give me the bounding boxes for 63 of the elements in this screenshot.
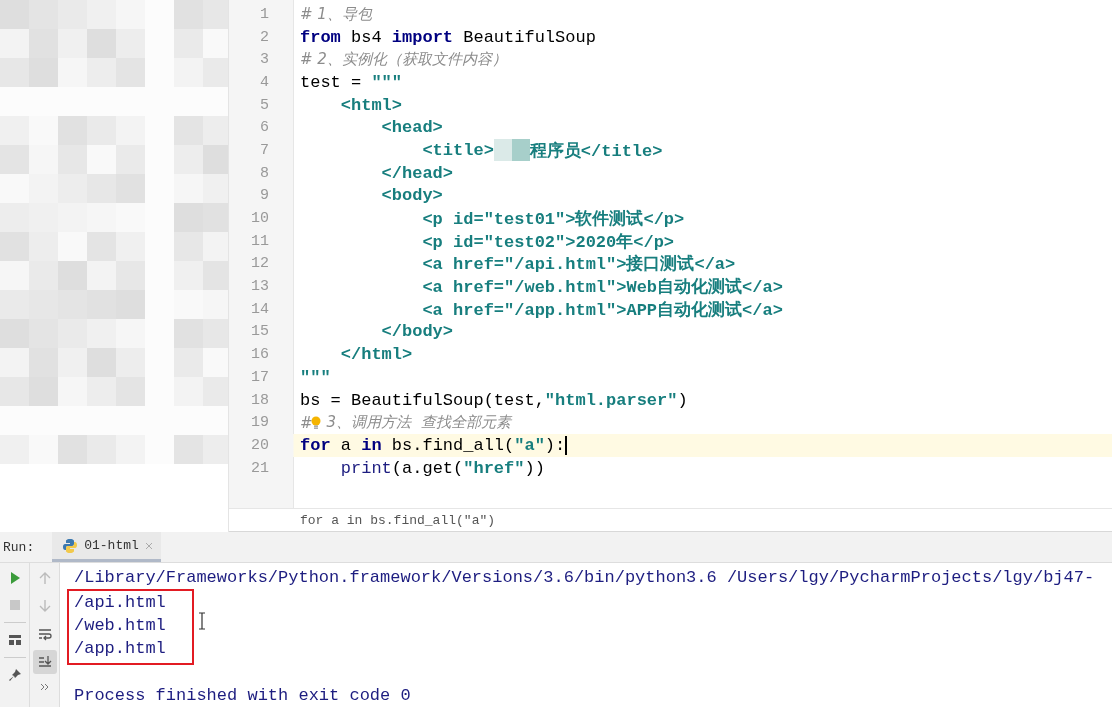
code-line: <head> <box>380 118 443 138</box>
code-line: <a href="/app.html">APP自动化测试</a> <box>421 299 783 321</box>
code-line: <p id="test01">软件测试</p> <box>421 208 685 231</box>
up-arrow-icon[interactable] <box>37 571 52 585</box>
line-number: 14 <box>250 300 269 318</box>
down-arrow-icon[interactable] <box>37 599 52 613</box>
console-line: /api.html <box>74 592 167 614</box>
line-number: 18 <box>250 391 269 409</box>
line-number: 4 <box>259 73 269 91</box>
code-line: print(a.get("href")) <box>339 458 545 478</box>
lightbulb-icon[interactable] <box>310 415 321 430</box>
line-number: 1 <box>259 5 269 23</box>
code-line: """ <box>300 367 331 387</box>
code-line: test = """ <box>300 72 403 92</box>
pin-icon[interactable] <box>7 668 22 682</box>
redacted-block <box>493 139 530 162</box>
close-icon[interactable] <box>144 541 153 550</box>
console-line: /web.html <box>74 615 167 637</box>
line-number: 3 <box>259 51 269 69</box>
console-line: /Library/Frameworks/Python.framework/Versions/3.6/bin/python3.6 /Users/lgy/PycharmProjects/lgy/bj47- <box>74 567 1096 589</box>
line-number: 9 <box>259 187 269 205</box>
soft-wrap-icon[interactable] <box>37 627 52 641</box>
scroll-to-end-icon[interactable] <box>37 655 52 669</box>
console-line: /app.html <box>74 638 167 660</box>
line-number: 19 <box>250 414 269 432</box>
code-line: bs = BeautifulSoup(test,"html.parser") <box>300 390 688 410</box>
line-number: 10 <box>250 210 269 228</box>
run-tab[interactable]: 01-html <box>52 532 161 562</box>
line-number: 20 <box>250 436 269 454</box>
current-line: for a in bs.find_all("a"): <box>300 435 568 455</box>
text-caret <box>565 435 568 455</box>
console-line: Process finished with exit code 0 <box>74 685 412 707</box>
layout-icon[interactable] <box>7 633 22 647</box>
python-icon <box>62 537 79 554</box>
code-line: <a href="/web.html">Web自动化测试</a> <box>421 276 783 299</box>
code-line: <a href="/api.html">接口测试</a> <box>421 253 736 276</box>
line-number: 5 <box>259 96 269 114</box>
code-line: </html> <box>339 345 413 365</box>
line-number: 8 <box>259 164 269 182</box>
line-number: 17 <box>250 368 269 386</box>
line-number: 11 <box>250 232 269 250</box>
run-label: Run: <box>2 539 36 555</box>
code-line: # 1、导包 <box>300 4 372 24</box>
line-number: 12 <box>250 255 269 273</box>
code-line: <p id="test02">2020年</p> <box>421 231 675 253</box>
code-line: </head> <box>380 163 454 183</box>
code-line: # 3、调用方法 查找全部元素 <box>300 413 511 433</box>
text-cursor-icon <box>198 612 206 630</box>
line-number: 15 <box>250 323 269 341</box>
line-number: 13 <box>250 278 269 296</box>
line-number: 2 <box>259 28 269 46</box>
more-icon[interactable] <box>39 683 50 691</box>
line-number: 21 <box>250 459 269 477</box>
line-number: 6 <box>259 119 269 137</box>
line-number: 7 <box>259 141 269 159</box>
line-number: 16 <box>250 346 269 364</box>
code-line: <html> <box>339 95 403 115</box>
breadcrumb[interactable]: for a in bs.find_all("a") <box>300 512 496 528</box>
code-line: </body> <box>380 322 454 342</box>
code-line: <title> 程序员</title> <box>421 138 663 162</box>
code-line: <body> <box>380 186 443 206</box>
code-line: # 2、实例化（获取文件内容） <box>300 50 507 70</box>
code-line: from bs4 import BeautifulSoup <box>300 27 596 47</box>
